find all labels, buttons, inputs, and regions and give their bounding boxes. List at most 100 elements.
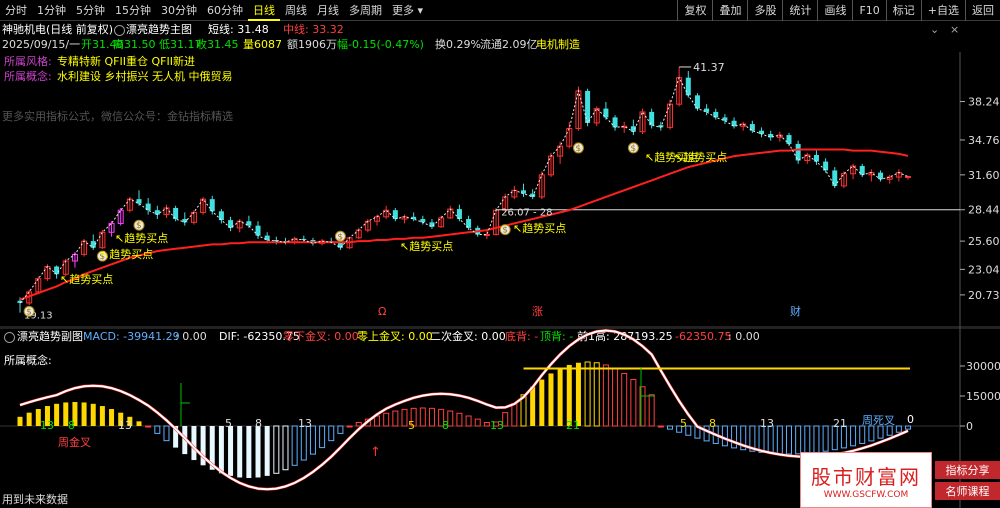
hist-bar — [877, 425, 884, 439]
buy-coin-symbol: $ — [337, 232, 343, 242]
period-tab-5[interactable]: 60分钟 — [202, 0, 248, 21]
period-tab-2[interactable]: 5分钟 — [71, 0, 110, 21]
tool-button-7[interactable]: +自选 — [920, 0, 965, 21]
fib-count-1: 8 — [68, 419, 75, 432]
hist-bar — [163, 425, 170, 442]
style-label: 所属风格: — [4, 55, 52, 68]
quote-change: 幅-0.15(-0.47%) — [337, 38, 424, 51]
hist-bar — [428, 407, 435, 427]
period-tab-8[interactable]: 月线 — [312, 0, 344, 21]
hist-bar — [300, 425, 307, 461]
right-toolbar: 复权 叠加 多股 统计 画线 F10 标记 +自选 返回 — [677, 0, 1000, 21]
buy-signal-label-3: ↖趋势买点 — [400, 240, 453, 253]
hist-bar — [246, 426, 252, 478]
hist-bar — [795, 425, 802, 455]
hist-bar — [309, 425, 316, 455]
dif-line — [19, 329, 909, 491]
buy-signal-label-1: ↖趋势买点 — [100, 248, 153, 261]
hist-bar — [483, 421, 490, 427]
high-price-label: 41.37 — [693, 61, 725, 74]
tool-button-5[interactable]: F10 — [852, 0, 885, 21]
chevron-down-icon[interactable]: ⌄ — [930, 23, 939, 36]
period-tab-3[interactable]: 15分钟 — [110, 0, 156, 21]
watermark-site-name: 股市财富网 — [811, 464, 921, 489]
hist-bar — [17, 416, 23, 426]
price-axis: 38.24 34.76 31.60 28.44 25.60 23.04 20.73 — [960, 96, 1000, 302]
tool-button-4[interactable]: 画线 — [817, 0, 852, 21]
period-tab-10[interactable]: 更多 ▾ — [387, 0, 428, 21]
hist-bar — [319, 425, 326, 449]
period-tab-7[interactable]: 周线 — [280, 0, 312, 21]
hist-bar — [666, 425, 673, 430]
annotations-layer: 41.3719.1326.07 - 28$↖趋势买点$↖趋势买点$↖趋势买点 $↖… — [23, 61, 801, 322]
hist-bar — [630, 379, 637, 427]
candle-body — [612, 117, 618, 128]
candle-body — [218, 211, 224, 221]
fib-count-6: 5 — [408, 419, 415, 432]
hist-bar — [895, 425, 902, 433]
tool-button-2[interactable]: 多股 — [747, 0, 782, 21]
toolbar: 分时 1分钟 5分钟 15分钟 30分钟 60分钟 日线 周线 月线 多周期 更多 ▾ 复权 叠加 多股… — [0, 0, 1000, 21]
main-indicator-name[interactable]: 漂亮趋势主图 — [126, 23, 192, 36]
hist-bar — [392, 410, 399, 427]
period-tab-9[interactable]: 多周期 — [344, 0, 387, 21]
price-label-5: 23.04 — [968, 263, 1000, 276]
hist-bar — [548, 373, 554, 426]
hist-bar — [575, 362, 581, 426]
hist-bar — [191, 426, 197, 461]
golden-cross-arrow-icon: ↑ — [370, 445, 381, 460]
hist-bar — [886, 425, 893, 436]
period-tab-6[interactable]: 日线 — [248, 0, 280, 21]
hist-bar — [282, 425, 289, 471]
tool-button-8[interactable]: 返回 — [965, 0, 1000, 21]
hist-bar — [539, 379, 545, 426]
fib-count-8: 13 — [490, 419, 504, 432]
hist-bar — [776, 425, 783, 455]
hist-bar — [474, 418, 481, 427]
style-value: 专精特新 QFII重仓 QFII新进 — [57, 55, 195, 68]
hist-bar — [328, 425, 335, 442]
quote-close: 收31.45 — [196, 38, 239, 51]
candle-body — [685, 77, 691, 96]
tool-button-1[interactable]: 叠加 — [712, 0, 747, 21]
buy-coin-symbol: $ — [630, 144, 636, 154]
watermark-tags: 指标分享 名师课程 — [932, 452, 1000, 508]
price-label-6: 20.73 — [968, 289, 1000, 302]
buy-signal-label-4: ↖趋势买点 — [513, 222, 566, 235]
week-dead-cross-label: 周死叉 — [862, 414, 895, 427]
hist-bar — [648, 394, 655, 427]
hist-bar — [813, 425, 820, 453]
mid-price-label: 26.07 - 28 — [501, 208, 552, 219]
candle-body — [859, 166, 865, 175]
hist-bar — [584, 361, 591, 427]
period-tab-4[interactable]: 30分钟 — [156, 0, 202, 21]
tool-button-6[interactable]: 标记 — [885, 0, 921, 21]
quote-volume: 量6087 — [243, 38, 282, 51]
hist-bar — [81, 402, 87, 426]
fib-count-0: 13 — [40, 419, 54, 432]
main-candlestick-chart[interactable]: 38.24 34.76 31.60 28.44 25.60 23.04 20.73 41.3… — [0, 52, 1000, 328]
event-rise-label: 涨 — [532, 305, 543, 318]
quote-amount: 额1906万 — [287, 38, 337, 51]
close-icon[interactable]: × — [950, 23, 959, 36]
concept-label: 所属概念: — [4, 70, 52, 83]
hist-bar — [154, 425, 161, 434]
sub-annotations: 13 8 13 5 8 13 5 8 13 21 5 8 13 21 0 ↑ — [40, 413, 914, 460]
quote-date: 2025/09/15/一 — [2, 38, 81, 51]
candle-body — [878, 172, 884, 180]
candle-body — [456, 209, 462, 220]
fib-count-12: 13 — [760, 417, 774, 430]
period-tab-1[interactable]: 1分钟 — [32, 0, 71, 21]
price-label-3: 28.44 — [968, 204, 1000, 217]
period-tab-0[interactable]: 分时 — [0, 0, 32, 21]
hist-bar — [401, 408, 408, 427]
fib-count-3: 5 — [225, 417, 232, 430]
indicator-settings-icon[interactable] — [112, 23, 127, 36]
hist-bar — [228, 426, 234, 476]
tool-button-3[interactable]: 统计 — [782, 0, 817, 21]
buy-coin-symbol: $ — [26, 307, 32, 317]
tool-button-0[interactable]: 复权 — [677, 0, 712, 21]
watermark-logo: 股市财富网 WWW.GSCFW.COM — [800, 452, 932, 508]
hist-bar — [612, 368, 619, 427]
price-label-2: 31.60 — [968, 169, 1000, 182]
